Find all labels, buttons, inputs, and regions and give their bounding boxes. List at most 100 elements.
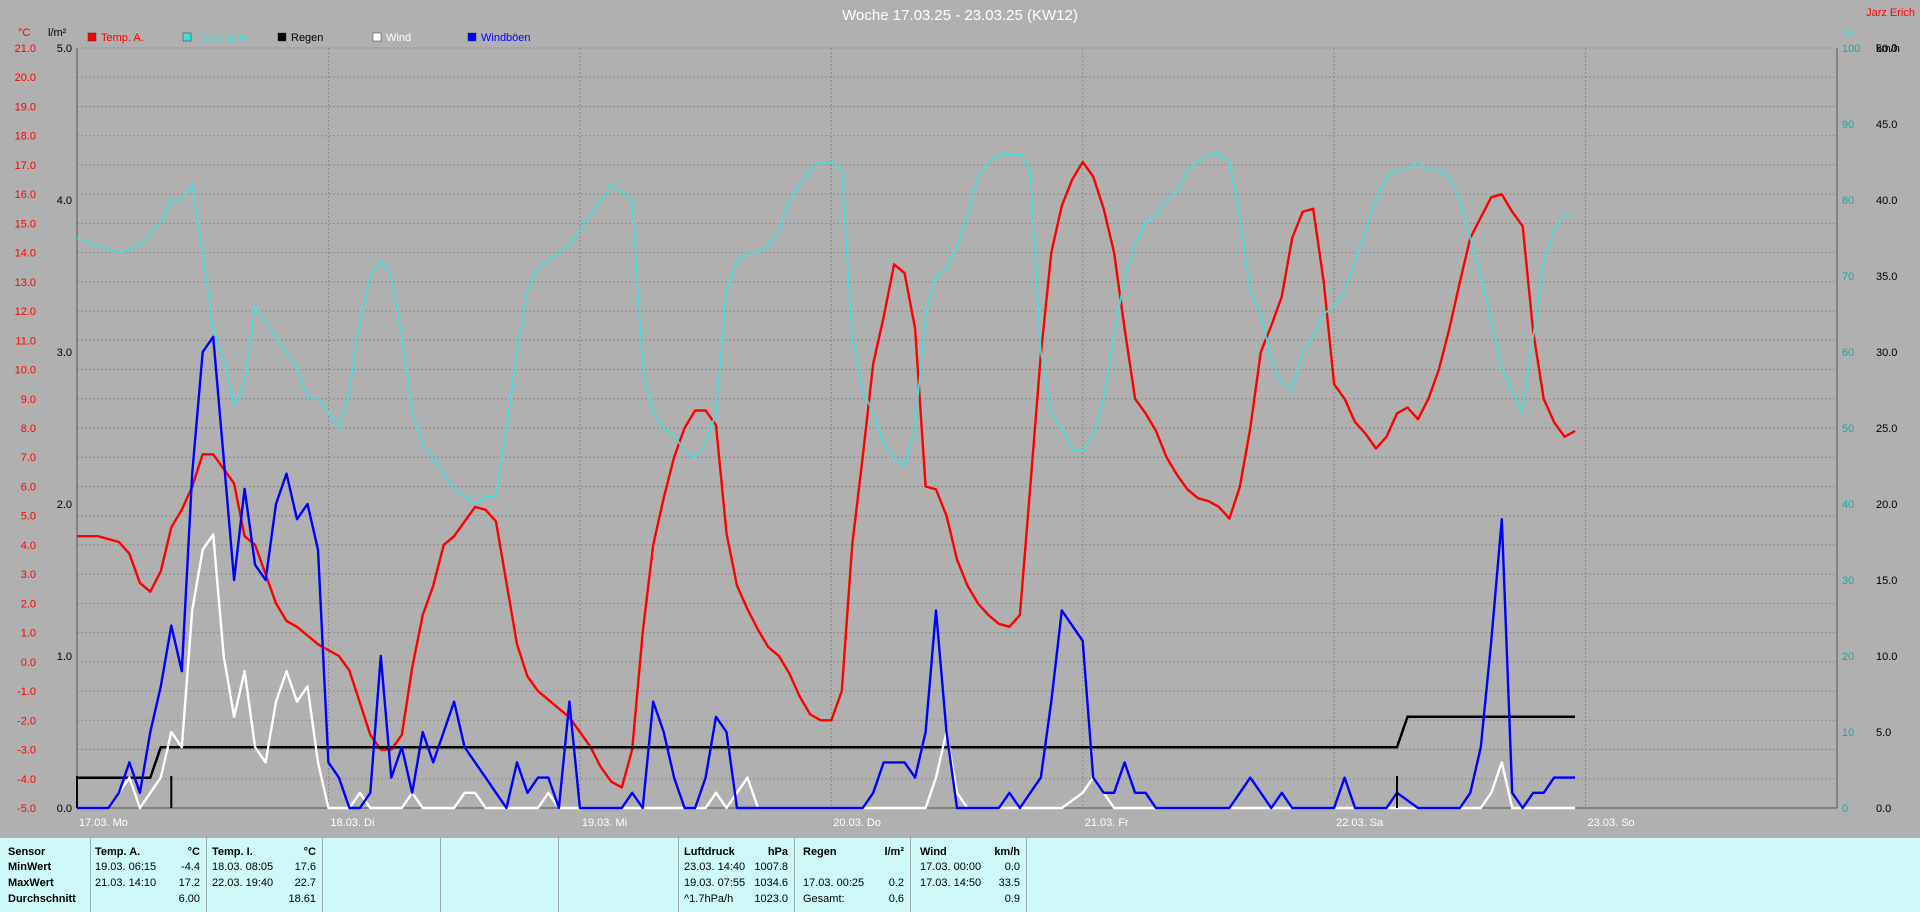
tick-label-wind: 10.0	[1876, 651, 1897, 663]
series-line-regen	[77, 715, 1576, 779]
tick-label-temp: 3.0	[21, 569, 36, 581]
day-label: 21.03. Fr	[1085, 817, 1129, 829]
right-wind-unit: km/h	[1876, 43, 1900, 55]
stats-row-label: Durchschnitt	[8, 893, 76, 905]
series-line-wind	[77, 533, 1576, 810]
tick-label-humidity: 0	[1842, 803, 1848, 815]
tick-label-temp: -2.0	[17, 715, 36, 727]
stats-row-label: MinWert	[8, 861, 52, 873]
legend-label: Regen	[291, 32, 323, 44]
tick-label-rain: 3.0	[57, 347, 72, 359]
stats-header-temp-i: Temp. I.	[212, 846, 253, 858]
legend-swatch	[467, 32, 477, 42]
stats-value: 17.6	[294, 861, 316, 873]
tick-label-temp: 13.0	[15, 277, 36, 289]
stats-value: 0.6	[888, 893, 904, 905]
tick-label-temp: 16.0	[15, 189, 36, 201]
day-label: 18.03. Di	[330, 817, 374, 829]
stats-header-pressure: Luftdruck	[684, 846, 735, 858]
stats-value: 17.2	[178, 877, 200, 889]
stats-time: 22.03. 19:40	[212, 877, 274, 889]
legend-swatch	[182, 32, 192, 42]
stats-col-wind: Wind km/h 17.03. 00:00 0.0 17.03. 14:50 …	[910, 838, 1027, 912]
tick-label-temp: 14.0	[15, 248, 36, 260]
stats-trend: ^1.7hPa/h	[684, 893, 734, 905]
stats-value: 1023.0	[754, 893, 788, 905]
legend-label: Wind	[386, 32, 411, 44]
tick-label-temp: 6.0	[21, 481, 36, 493]
legend-label: Windböen	[481, 32, 531, 44]
tick-label-temp: -4.0	[17, 774, 36, 786]
series-line-windb-en	[77, 335, 1576, 810]
stats-value: 0.2	[888, 877, 904, 889]
legend: Temp. A. Feuchte A. Regen Wind Windböen	[87, 32, 531, 44]
tick-label-temp: 7.0	[21, 452, 36, 464]
day-label: 17.03. Mo	[79, 817, 128, 829]
tick-label-rain: 4.0	[57, 195, 72, 207]
stats-unit-temp-i: °C	[303, 846, 316, 858]
grid	[77, 47, 1837, 809]
tick-label-temp: 21.0	[15, 43, 36, 55]
stats-col-rain: Regen l/m² 17.03. 00:25 0.2 Gesamt: 0.6	[794, 838, 911, 912]
stats-time: 19.03. 07:55	[684, 877, 746, 889]
stats-unit-pressure: hPa	[767, 846, 788, 858]
tick-label-humidity: 90	[1842, 119, 1854, 131]
stats-unit-temp-a: °C	[187, 846, 200, 858]
stats-value: 6.00	[178, 893, 200, 905]
tick-label-humidity: 30	[1842, 575, 1854, 587]
stats-time: 19.03. 06:15	[95, 861, 157, 873]
tick-label-rain: 1.0	[57, 651, 72, 663]
tick-label-temp: 11.0	[15, 335, 36, 347]
tick-label-temp: 4.0	[21, 540, 36, 552]
tick-label-humidity: 60	[1842, 347, 1854, 359]
left-rain-unit: l/m²	[48, 27, 67, 39]
stats-time: 21.03. 14:10	[95, 877, 157, 889]
tick-label-humidity: 70	[1842, 271, 1854, 283]
stats-col-pressure: Luftdruck hPa 23.03. 14:40 1007.8 19.03.…	[678, 838, 795, 912]
tick-label-temp: 0.0	[21, 657, 36, 669]
chart-title: Woche 17.03.25 - 23.03.25 (KW12)	[842, 7, 1078, 24]
stats-time: 18.03. 08:05	[212, 861, 274, 873]
tick-label-temp: 1.0	[21, 628, 36, 640]
axes: -5.0 -4.0 -3.0 -2.0 -1.0 0.0 1.0 2.0 3.0 4.0 5.0 6.…	[15, 43, 1898, 829]
stats-value: -4.4	[181, 861, 200, 873]
tick-label-wind: 25.0	[1876, 423, 1897, 435]
legend-swatch	[372, 32, 382, 42]
tick-label-wind: 5.0	[1876, 727, 1891, 739]
stats-value: 22.7	[294, 877, 316, 889]
tick-label-humidity: 20	[1842, 651, 1854, 663]
stats-row-label: MaxWert	[8, 877, 54, 889]
tick-label-temp: 12.0	[15, 306, 36, 318]
stats-col-empty	[440, 838, 559, 912]
stats-unit-wind: km/h	[994, 846, 1020, 858]
stats-unit-rain: l/m²	[884, 846, 904, 858]
day-label: 22.03. Sa	[1336, 817, 1384, 829]
stats-time: 23.03. 14:40	[684, 861, 746, 873]
stats-col-empty	[558, 838, 679, 912]
tick-label-temp: 8.0	[21, 423, 36, 435]
tick-label-humidity: 40	[1842, 499, 1854, 511]
tick-label-temp: 20.0	[15, 72, 36, 84]
day-label: 19.03. Mi	[582, 817, 627, 829]
stats-header-rain: Regen	[803, 846, 837, 858]
day-label: 23.03. So	[1588, 817, 1635, 829]
tick-label-rain: 2.0	[57, 499, 72, 511]
tick-label-temp: 15.0	[15, 218, 36, 230]
tick-label-temp: -5.0	[17, 803, 36, 815]
tick-label-temp: 18.0	[15, 131, 36, 143]
tick-label-rain: 5.0	[57, 43, 72, 55]
stats-time: 17.03. 00:25	[803, 877, 865, 889]
tick-label-humidity: 100	[1842, 43, 1860, 55]
stats-col-temp-i: Temp. I. °C 18.03. 08:05 17.6 22.03. 19:…	[206, 838, 323, 912]
left-temp-unit: °C	[18, 27, 30, 39]
weather-chart: -5.0 -4.0 -3.0 -2.0 -1.0 0.0 1.0 2.0 3.0 4.0 5.0 6.…	[15, 7, 1915, 829]
tick-label-temp: 19.0	[15, 101, 36, 113]
tick-label-wind: 30.0	[1876, 347, 1897, 359]
stats-total-label: Gesamt:	[803, 893, 845, 905]
tick-label-temp: -3.0	[17, 745, 36, 757]
tick-label-temp: 5.0	[21, 511, 36, 523]
stats-value: 1007.8	[754, 861, 788, 873]
day-label: 20.03. Do	[833, 817, 881, 829]
stats-value: 33.5	[998, 877, 1020, 889]
tick-label-rain: 0.0	[57, 803, 72, 815]
